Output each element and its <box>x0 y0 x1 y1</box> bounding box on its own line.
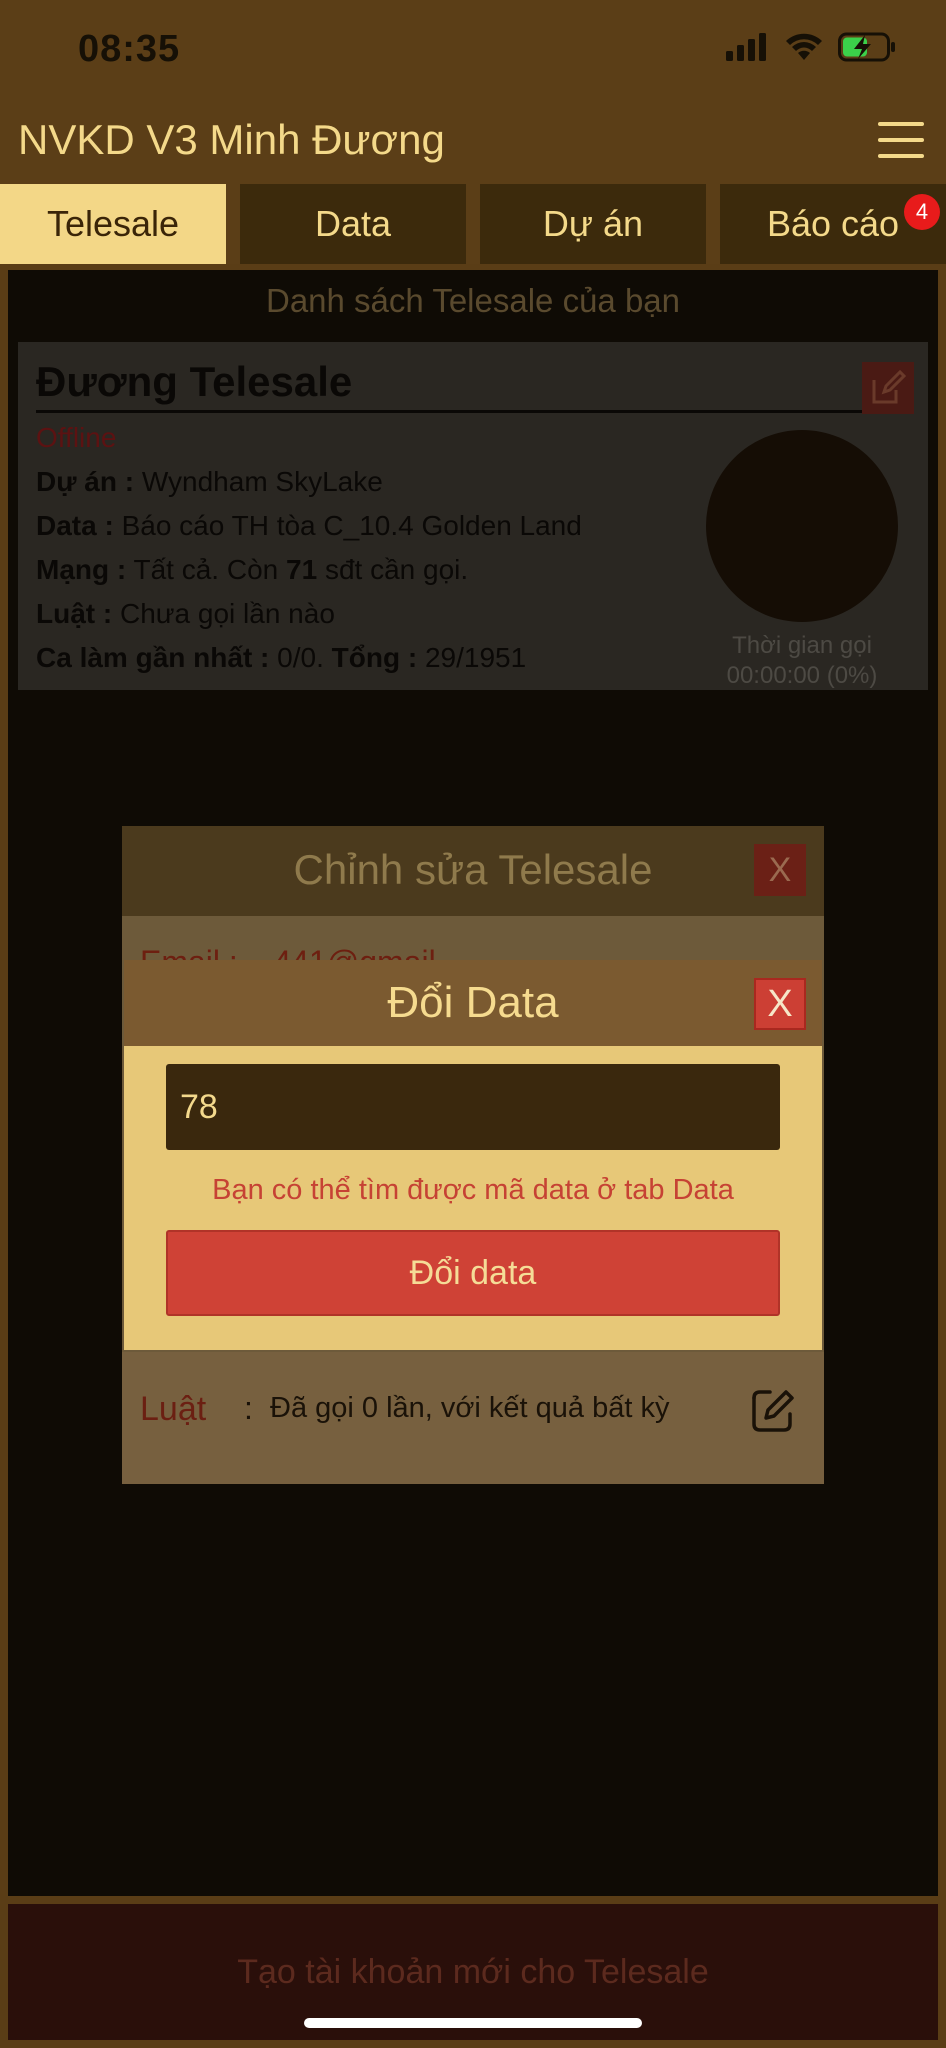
law-colon: : <box>244 1390 253 1426</box>
data-row: Data : Báo cáo TH tòa C_10.4 Golden Land <box>36 510 582 542</box>
shift-label: Ca làm gần nhất : <box>36 642 270 673</box>
law-row: Luật : Chưa gọi lần nào <box>36 598 335 630</box>
total-label: Tổng : <box>331 642 418 673</box>
network-value: Tất cả. Còn <box>133 554 279 585</box>
tab-label: Dự án <box>542 203 644 244</box>
tab-bao-cao[interactable]: Báo cáo 4 <box>720 184 946 264</box>
project-label: Dự án : <box>36 466 135 497</box>
modal-header: Chỉnh sửa Telesale X <box>122 826 824 916</box>
app-bar: NVKD V3 Minh Đương <box>0 100 946 182</box>
cellular-signal-icon <box>726 33 766 61</box>
data-value: Báo cáo TH tòa C_10.4 Golden Land <box>121 510 582 541</box>
status-time: 08:35 <box>78 28 181 70</box>
network-row: Mạng : Tất cả. Còn 71 sđt cần gọi. <box>36 554 468 586</box>
edit-icon <box>872 370 906 404</box>
edit-telesale-button[interactable] <box>862 362 914 414</box>
menu-bar <box>878 154 924 158</box>
tab-data[interactable]: Data <box>240 184 466 264</box>
telesale-name: Đương Telesale <box>36 358 353 405</box>
modal-title: Đổi Data <box>387 978 559 1027</box>
hint-text: Bạn có thể tìm được mã data ở tab Data <box>212 1174 734 1206</box>
tab-telesale[interactable]: Telesale <box>0 184 226 264</box>
network-label: Mạng : <box>36 554 127 585</box>
tab-bar: Telesale Data Dự án Báo cáo 4 <box>0 182 946 264</box>
menu-bar <box>878 138 924 142</box>
modal-header: Đổi Data X <box>124 960 822 1046</box>
data-code-input[interactable] <box>166 1064 780 1150</box>
shift-row: Ca làm gần nhất : 0/0. Tổng : 29/1951 <box>36 642 526 674</box>
network-count: 71 <box>286 554 318 585</box>
project-value: Wyndham SkyLake <box>141 466 383 497</box>
network-suffix: sđt cần gọi. <box>324 554 469 585</box>
call-time-chart <box>706 430 898 622</box>
law-value: Chưa gọi lần nào <box>120 598 335 629</box>
divider <box>36 410 910 413</box>
tab-label: Data <box>314 203 392 244</box>
tab-label: Báo cáo <box>766 203 900 244</box>
tab-label: Telesale <box>46 203 180 244</box>
status-bar: 08:35 <box>0 0 946 100</box>
battery-charging-icon <box>838 32 895 62</box>
call-time-label: Thời gian gọi <box>732 632 872 659</box>
list-heading: Danh sách Telesale của bạn <box>265 282 680 319</box>
close-button[interactable]: X <box>754 844 806 896</box>
status-offline: Offline <box>36 422 117 453</box>
notification-badge: 4 <box>904 194 940 230</box>
menu-bar <box>878 122 924 126</box>
telesale-card[interactable]: Đương Telesale Offline Dự án : Wyndham S… <box>18 342 928 690</box>
law-section: Luật : Đã gọi 0 lần, với kết quả bất kỳ <box>122 1352 824 1484</box>
home-indicator <box>304 2018 642 2028</box>
total-value: 29/1951 <box>424 642 527 673</box>
law-label: Luật : <box>36 598 113 629</box>
shift-value: 0/0. <box>277 642 324 673</box>
hamburger-menu-icon[interactable] <box>878 122 924 158</box>
project-row: Dự án : Wyndham SkyLake <box>36 466 383 498</box>
app-title: NVKD V3 Minh Đương <box>18 116 445 163</box>
modal-title: Chỉnh sửa Telesale <box>293 846 653 893</box>
law-value: Đã gọi 0 lần, với kết quả bất kỳ <box>270 1392 670 1424</box>
status-icons <box>726 32 896 62</box>
call-time-value: 00:00:00 (0%) <box>726 662 878 689</box>
law-label: Luật <box>140 1390 207 1428</box>
close-button[interactable]: X <box>754 978 806 1030</box>
wifi-icon <box>786 33 822 60</box>
tab-du-an[interactable]: Dự án <box>480 184 706 264</box>
change-data-button[interactable]: Đổi data <box>166 1230 780 1316</box>
edit-icon[interactable] <box>746 1384 798 1436</box>
data-label: Data : <box>36 510 114 541</box>
change-data-modal: Đổi Data X Bạn có thể tìm được mã data ở… <box>124 960 822 1350</box>
